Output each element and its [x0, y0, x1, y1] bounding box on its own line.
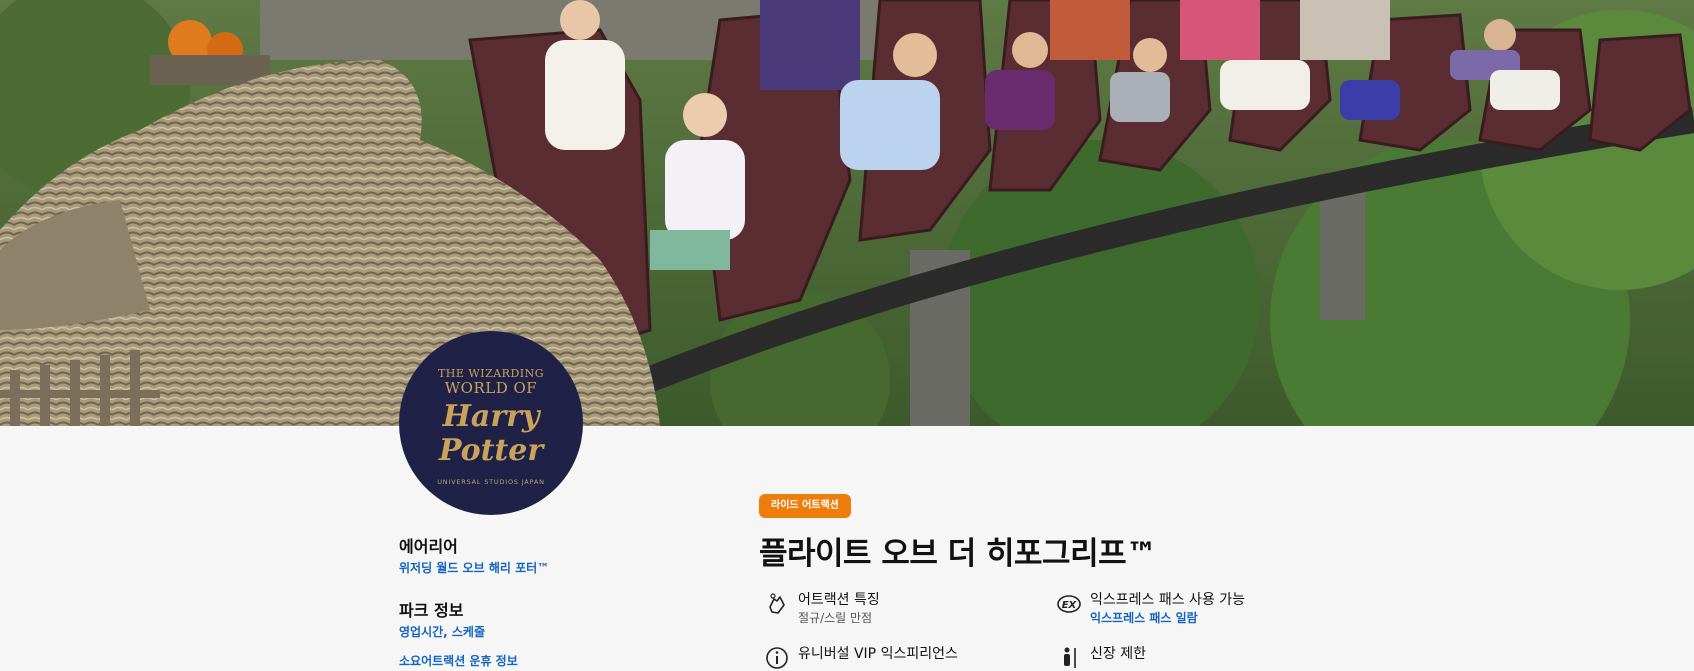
attraction-feature-value: 절규/스릴 만점 — [798, 611, 873, 625]
svg-text:EX: EX — [1062, 600, 1078, 611]
logo-line-3: Harry Potter — [438, 398, 544, 468]
logo-line-4: UNIVERSAL STUDIOS JAPAN — [437, 477, 545, 486]
height-feature-title: 신장 제한 — [1090, 646, 1146, 662]
attraction-status-link[interactable]: 소요어트랙션 운휴 정보 — [399, 652, 518, 670]
park-hours-link[interactable]: 영업시간, 스케줄 — [399, 623, 485, 641]
express-feature-title: 익스프레스 패스 사용 가능 — [1090, 592, 1246, 608]
feature-vip: 유니버설 VIP 익스피리언스 — [764, 645, 958, 671]
express-pass-list-link[interactable]: 익스프레스 패스 일람 — [1090, 609, 1245, 627]
attraction-title: 플라이트 오브 더 히포그리프™ — [759, 536, 1157, 572]
attraction-feature-title: 어트랙션 특징 — [798, 592, 880, 608]
feature-attraction: 어트랙션 특징 절규/스릴 만점 — [764, 591, 880, 627]
logo-line-1: THE WIZARDING — [437, 366, 545, 380]
area-label: 에어리어 — [399, 537, 458, 556]
logo-line-2: WORLD OF — [444, 378, 538, 397]
park-info: 파크 정보 영업시간, 스케줄 — [399, 601, 485, 641]
hero-photo — [0, 0, 1694, 426]
more-info: 소요어트랙션 운휴 정보 — [399, 650, 518, 670]
feature-express: EX 익스프레스 패스 사용 가능 익스프레스 패스 일람 — [1056, 591, 1245, 627]
park-info-label: 파크 정보 — [399, 601, 464, 620]
express-pass-icon: EX — [1057, 595, 1081, 613]
area-info: 에어리어 위저딩 월드 오브 해리 포터™ — [399, 537, 549, 577]
height-icon — [1064, 647, 1076, 668]
vip-feature-title: 유니버설 VIP 익스피리언스 — [798, 646, 958, 662]
hand-rings-icon — [769, 593, 785, 614]
info-icon — [766, 647, 788, 669]
category-badge: 라이드 어트랙션 — [759, 494, 851, 518]
hero-image — [0, 0, 1694, 426]
area-link[interactable]: 위저딩 월드 오브 해리 포터™ — [399, 559, 549, 577]
wizarding-world-logo: THE WIZARDING WORLD OF Harry Potter UNIV… — [399, 331, 583, 515]
feature-height: 신장 제한 — [1056, 645, 1146, 671]
